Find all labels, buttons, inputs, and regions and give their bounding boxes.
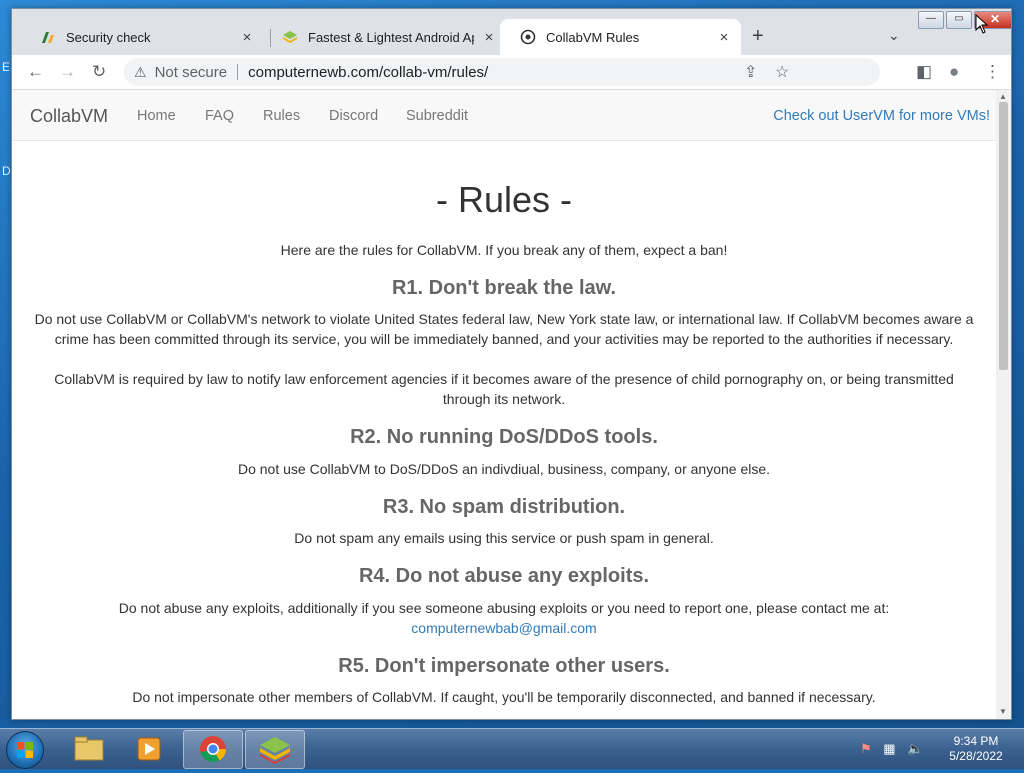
share-icon[interactable]: ⇪ bbox=[744, 62, 757, 82]
rule-heading-r5: R5. Don't impersonate other users. bbox=[338, 655, 670, 677]
tab-bluestacks[interactable]: Fastest & Lightest Android App P × bbox=[262, 19, 506, 55]
reload-icon[interactable]: ↻ bbox=[92, 62, 106, 82]
minimize-button[interactable]: — bbox=[918, 11, 944, 29]
tab-strip: Security check × Fastest & Lightest Andr… bbox=[12, 9, 1011, 55]
address-bar[interactable]: ⚠ Not secure computernewb.com/collab-vm/… bbox=[124, 58, 880, 86]
desktop-icon-label: E bbox=[2, 60, 11, 74]
rule-heading-r4: R4. Do not abuse any exploits. bbox=[358, 565, 650, 587]
tab-title: Fastest & Lightest Android App P bbox=[308, 29, 474, 45]
maximize-button[interactable]: ▭ bbox=[946, 11, 972, 29]
tab-security-check[interactable]: Security check × bbox=[20, 19, 264, 55]
rule-heading-r2: R2. No running DoS/DDoS tools. bbox=[350, 426, 658, 448]
rule-r1-paragraph: CollabVM is required by law to notify la… bbox=[54, 371, 954, 407]
desktop-icon-label: D bbox=[2, 164, 11, 178]
media-player-icon bbox=[137, 737, 161, 761]
folder-icon bbox=[74, 736, 104, 761]
start-button[interactable] bbox=[6, 731, 44, 769]
rule-r5-paragraph: Do not impersonate other members of Coll… bbox=[132, 689, 876, 705]
nav-link-faq[interactable]: FAQ bbox=[205, 108, 234, 124]
taskbar-bluestacks[interactable] bbox=[245, 730, 305, 769]
profile-avatar-icon[interactable]: ● bbox=[949, 62, 959, 82]
page-scrollbar[interactable]: ▲ ▼ bbox=[996, 90, 1011, 719]
rule-r1-paragraph: Do not use CollabVM or CollabVM's networ… bbox=[34, 311, 974, 347]
taskbar-explorer[interactable] bbox=[60, 730, 118, 767]
taskbar-media-player[interactable] bbox=[121, 730, 179, 767]
scrollbar-thumb[interactable] bbox=[999, 102, 1008, 370]
nav-link-subreddit[interactable]: Subreddit bbox=[406, 108, 468, 124]
new-tab-button[interactable]: + bbox=[752, 25, 764, 48]
rule-r2-paragraph: Do not use CollabVM to DoS/DDoS an indiv… bbox=[237, 461, 771, 477]
system-tray: ⚑ ▦ 🔈 bbox=[860, 741, 923, 757]
nav-link-home[interactable]: Home bbox=[137, 108, 176, 124]
network-icon[interactable]: ▦ bbox=[883, 741, 895, 756]
security-check-favicon bbox=[42, 32, 54, 43]
uservm-link[interactable]: Check out UserVM for more VMs! bbox=[773, 108, 990, 124]
tab-search-icon[interactable]: ⌄ bbox=[888, 27, 900, 44]
scroll-up-icon[interactable]: ▲ bbox=[999, 92, 1007, 101]
site-navbar: CollabVM Home FAQ Rules Discord Subreddi… bbox=[12, 90, 996, 141]
intro-text: Here are the rules for CollabVM. If you … bbox=[280, 242, 728, 258]
tab-close-icon[interactable]: × bbox=[717, 29, 731, 46]
rule-r4-paragraph: Do not abuse any exploits, additionally … bbox=[118, 600, 890, 616]
page-title: - Rules - bbox=[435, 179, 573, 220]
browser-toolbar: ← → ↻ ⚠ Not secure computernewb.com/coll… bbox=[12, 55, 1011, 90]
taskbar-clock[interactable]: 9:34 PM 5/28/2022 bbox=[936, 734, 1016, 764]
side-panel-icon[interactable]: ◧ bbox=[916, 62, 932, 82]
contact-email-link[interactable]: computernewbab@gmail.com bbox=[32, 618, 976, 638]
window-controls: — ▭ ✕ bbox=[916, 11, 1011, 29]
page-viewport: CollabVM Home FAQ Rules Discord Subreddi… bbox=[12, 90, 996, 719]
volume-icon[interactable]: 🔈 bbox=[907, 741, 923, 756]
security-label[interactable]: Not secure bbox=[155, 64, 228, 81]
windows-logo-icon bbox=[17, 742, 33, 758]
tab-close-icon[interactable]: × bbox=[240, 29, 254, 46]
scroll-down-icon[interactable]: ▼ bbox=[999, 707, 1007, 716]
tab-title: CollabVM Rules bbox=[546, 29, 640, 45]
taskbar-chrome[interactable] bbox=[183, 730, 243, 769]
clock-time: 9:34 PM bbox=[953, 734, 999, 748]
nav-link-discord[interactable]: Discord bbox=[329, 108, 378, 124]
action-center-icon[interactable]: ⚑ bbox=[860, 741, 872, 756]
bluestacks-icon bbox=[260, 737, 290, 764]
tab-title: Security check bbox=[66, 29, 151, 45]
site-brand-link[interactable]: CollabVM bbox=[30, 106, 108, 127]
rule-r3-paragraph: Do not spam any emails using this servic… bbox=[294, 530, 714, 546]
collabvm-favicon bbox=[520, 29, 536, 45]
bluestacks-favicon bbox=[283, 31, 297, 43]
taskbar: ⚑ ▦ 🔈 9:34 PM 5/28/2022 bbox=[0, 728, 1024, 769]
mouse-cursor-icon bbox=[975, 14, 989, 34]
omnibox-divider bbox=[237, 64, 239, 80]
rule-heading-r3: R3. No spam distribution. bbox=[382, 496, 626, 518]
chrome-icon bbox=[200, 736, 227, 763]
tab-close-icon[interactable]: × bbox=[482, 29, 496, 46]
url-text[interactable]: computernewb.com/collab-vm/rules/ bbox=[248, 64, 488, 81]
nav-link-rules[interactable]: Rules bbox=[263, 108, 300, 124]
menu-icon[interactable]: ⋮ bbox=[984, 62, 1001, 82]
browser-window: Security check × Fastest & Lightest Andr… bbox=[11, 8, 1012, 720]
rule-heading-r1: R1. Don't break the law. bbox=[391, 277, 617, 299]
back-icon[interactable]: ← bbox=[27, 62, 44, 82]
warning-icon[interactable]: ⚠ bbox=[134, 64, 147, 81]
clock-date: 5/28/2022 bbox=[949, 749, 1003, 763]
forward-icon[interactable]: → bbox=[59, 62, 76, 82]
bookmark-star-icon[interactable]: ☆ bbox=[775, 62, 789, 82]
tab-collabvm-rules[interactable]: CollabVM Rules × bbox=[500, 19, 741, 55]
